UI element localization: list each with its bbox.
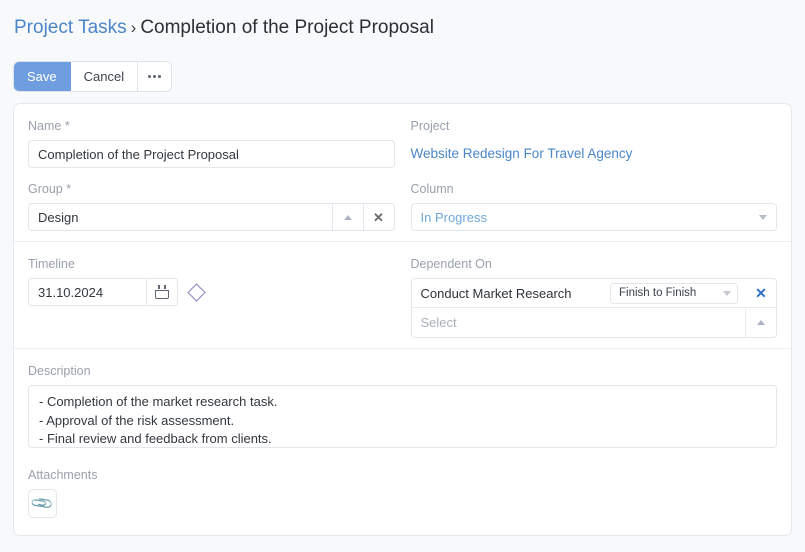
close-icon: ✕ xyxy=(373,209,384,225)
chevron-down-icon xyxy=(723,291,731,296)
scheduling-right-column: Dependent On Conduct Market Research Fin… xyxy=(410,256,777,338)
group-input[interactable] xyxy=(29,204,332,230)
field-project: Project Website Redesign For Travel Agen… xyxy=(411,118,778,168)
general-right-column: Project Website Redesign For Travel Agen… xyxy=(410,118,778,231)
column-label: Column xyxy=(410,182,454,196)
field-group: Group * ✕ xyxy=(28,181,395,231)
dependency-row: Conduct Market Research Finish to Finish… xyxy=(411,279,776,308)
project-link[interactable]: Website Redesign For Travel Agency xyxy=(411,140,778,168)
field-description: Description xyxy=(28,363,777,453)
chevron-up-icon xyxy=(343,214,352,220)
add-attachment-button[interactable]: 📎 xyxy=(28,489,57,518)
more-actions-button[interactable] xyxy=(138,62,172,91)
general-left-column: Name * Group * ✕ xyxy=(28,118,395,231)
breadcrumb-parent-link[interactable]: Project Tasks xyxy=(14,17,127,38)
breadcrumb: Project Tasks › Completion of the Project … xyxy=(14,14,434,42)
close-icon: ✕ xyxy=(755,285,767,301)
task-detail-card: Name * Group * ✕ xyxy=(13,103,792,536)
name-label: Name * xyxy=(28,119,70,133)
field-dependent-on: Dependent On Conduct Market Research Fin… xyxy=(410,256,777,338)
section-general: Name * Group * ✕ xyxy=(14,104,791,242)
dependent-on-list: Conduct Market Research Finish to Finish… xyxy=(410,278,777,338)
timeline-input-group xyxy=(28,278,178,306)
action-toolbar: Save Cancel xyxy=(14,62,172,91)
cancel-button[interactable]: Cancel xyxy=(70,62,139,91)
group-input-group: ✕ xyxy=(28,203,395,231)
description-textarea[interactable] xyxy=(28,385,777,448)
scheduling-left-column: Timeline xyxy=(28,256,395,338)
dependency-remove-button[interactable]: ✕ xyxy=(746,279,776,307)
dependency-add-row xyxy=(411,308,777,337)
timeline-row xyxy=(28,278,395,306)
dependency-type-select[interactable]: Finish to Finish xyxy=(610,282,738,304)
calendar-icon xyxy=(155,285,169,299)
field-timeline: Timeline xyxy=(28,256,395,306)
breadcrumb-separator: › xyxy=(130,18,137,37)
milestone-diamond-icon[interactable] xyxy=(187,282,206,302)
ellipsis-icon xyxy=(148,75,162,78)
dependency-add-input[interactable] xyxy=(411,308,745,337)
description-label: Description xyxy=(28,364,91,378)
timeline-calendar-button[interactable] xyxy=(146,279,177,305)
dependent-on-label: Dependent On xyxy=(410,257,492,271)
section-scheduling: Timeline 31.10.2024 Dependent On Conduct… xyxy=(14,242,791,349)
column-select-value: In Progress xyxy=(420,209,487,225)
section-details: Description Attachments 📎 xyxy=(14,349,791,528)
group-clear-button[interactable]: ✕ xyxy=(362,204,394,230)
save-button[interactable]: Save xyxy=(14,62,71,91)
timeline-date-input[interactable] xyxy=(29,279,146,305)
project-label: Project xyxy=(410,119,450,133)
dependency-name: Conduct Market Research xyxy=(420,285,572,301)
chevron-up-icon xyxy=(757,320,765,325)
field-column: Column In Progress xyxy=(410,181,777,231)
page-title: Completion of the Project Proposal xyxy=(140,17,434,38)
field-name: Name * xyxy=(28,118,395,168)
group-label: Group * xyxy=(28,182,72,196)
attachments-label: Attachments xyxy=(28,468,98,482)
name-input[interactable] xyxy=(28,140,395,168)
paperclip-icon: 📎 xyxy=(29,490,56,517)
group-expand-button[interactable] xyxy=(331,204,363,230)
column-select[interactable]: In Progress xyxy=(410,203,777,231)
chevron-down-icon xyxy=(759,215,767,220)
dependency-add-expand-button[interactable] xyxy=(745,308,776,337)
dependency-type-value: Finish to Finish xyxy=(619,287,697,299)
field-attachments: Attachments 📎 xyxy=(28,467,777,518)
timeline-label: Timeline xyxy=(28,257,75,271)
